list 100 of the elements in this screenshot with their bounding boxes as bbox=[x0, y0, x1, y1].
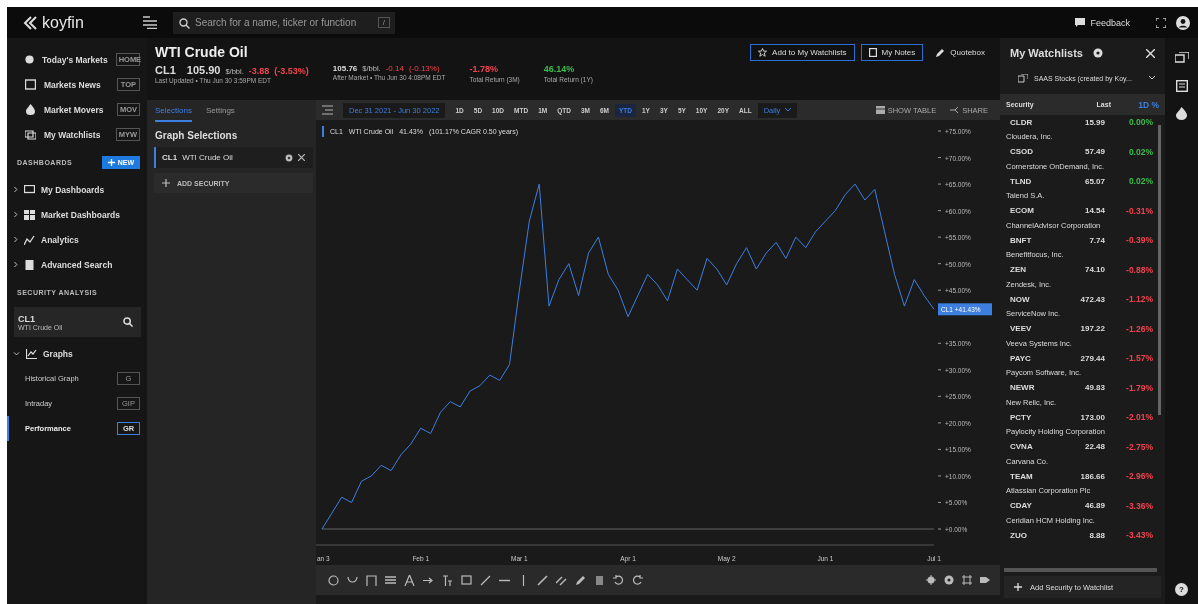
fullscreen-icon[interactable] bbox=[1156, 17, 1166, 28]
last-price: 57.49 bbox=[1083, 147, 1105, 156]
drawing-tool-icon[interactable] bbox=[556, 574, 567, 586]
feedback-button[interactable]: Feedback bbox=[1069, 16, 1136, 29]
percent-change: -3.36% bbox=[1125, 500, 1153, 511]
panel-tab[interactable]: Selections bbox=[155, 100, 192, 122]
last-price: 186.66 bbox=[1079, 471, 1105, 481]
tree-item[interactable]: My Dashboards bbox=[7, 177, 147, 202]
target-icon[interactable] bbox=[926, 575, 936, 585]
tree-item[interactable]: Analytics bbox=[7, 227, 147, 252]
chevron-icon bbox=[13, 186, 18, 193]
drawing-tool-icon[interactable] bbox=[385, 574, 396, 586]
watchlist-button[interactable]: Add to My Watchlists bbox=[750, 43, 855, 61]
security-title: WTI Crude Oil bbox=[155, 44, 248, 60]
user-icon[interactable] bbox=[1176, 15, 1190, 30]
last-price: 279.44 bbox=[1079, 353, 1105, 363]
notes-button[interactable]: My Notes bbox=[860, 43, 924, 61]
last-price: 197.22 bbox=[1079, 324, 1105, 333]
chart-icon bbox=[26, 348, 37, 359]
panel-title: My Watchlists bbox=[1010, 47, 1083, 59]
price: 105.90 bbox=[186, 64, 221, 76]
last-price: 46.89 bbox=[1083, 501, 1105, 510]
panel-title: Graph Selections bbox=[154, 129, 239, 143]
gear-icon[interactable] bbox=[285, 153, 293, 162]
drawing-tool-icon[interactable] bbox=[347, 574, 358, 586]
search-icon[interactable] bbox=[123, 317, 133, 327]
last-price: 14.54 bbox=[1083, 206, 1105, 215]
drawing-tool-icon[interactable] bbox=[442, 574, 453, 586]
percent-change: -1.57% bbox=[1125, 353, 1153, 363]
ticker: CL1 bbox=[155, 64, 176, 76]
shortcut-key: / bbox=[377, 16, 390, 28]
ticker[interactable]: TEAM bbox=[1010, 471, 1061, 481]
percent-change: -1.79% bbox=[1125, 382, 1153, 393]
percent-change: -1.12% bbox=[1125, 294, 1153, 304]
percent-change: (-3.53%) bbox=[274, 66, 309, 76]
scrollbar[interactable] bbox=[1158, 125, 1161, 415]
drawing-tool-icon[interactable] bbox=[575, 574, 586, 586]
chevron-icon bbox=[13, 261, 18, 268]
drawing-tool-icon[interactable] bbox=[594, 574, 605, 586]
frame-icon[interactable] bbox=[962, 575, 972, 585]
close-icon[interactable] bbox=[298, 154, 305, 161]
pencil-icon bbox=[936, 47, 946, 57]
panel-tab[interactable]: Settings bbox=[205, 100, 235, 122]
percent-change: 0.02% bbox=[1127, 146, 1153, 157]
ticker[interactable]: CLDR bbox=[1010, 117, 1061, 127]
nav-icon bbox=[25, 129, 36, 140]
drawing-tool-icon[interactable] bbox=[328, 574, 339, 586]
help-button[interactable]: ? bbox=[1175, 583, 1188, 596]
column-header[interactable]: 1D % bbox=[1111, 99, 1159, 110]
table-icon bbox=[875, 106, 885, 114]
ticker[interactable]: BNFT bbox=[1010, 235, 1061, 245]
last-price: 15.99 bbox=[1083, 117, 1105, 127]
ticker[interactable]: ZUO bbox=[1010, 530, 1061, 540]
gear-icon[interactable] bbox=[944, 575, 954, 585]
scrollbar[interactable] bbox=[1004, 568, 1157, 572]
settings-icon[interactable] bbox=[1092, 48, 1103, 58]
drawing-tool-icon[interactable] bbox=[613, 574, 624, 586]
tree-item[interactable]: Graphs bbox=[7, 341, 147, 366]
drawing-tool-icon[interactable] bbox=[366, 574, 377, 586]
quotebox-button[interactable]: Quotebox bbox=[929, 44, 992, 60]
drawing-tool-icon[interactable] bbox=[632, 574, 643, 586]
ticker[interactable]: VEEV bbox=[1010, 324, 1061, 333]
ticker[interactable]: PAYC bbox=[1010, 353, 1061, 363]
tag-icon[interactable] bbox=[980, 575, 990, 585]
ticker[interactable]: NEWR bbox=[1010, 383, 1061, 392]
percent-change: -0.88% bbox=[1125, 264, 1153, 275]
close-icon[interactable] bbox=[1146, 48, 1155, 58]
ticker[interactable]: NOW bbox=[1010, 294, 1061, 304]
tree-item[interactable]: Market Dashboards bbox=[7, 202, 147, 227]
drawing-tool-icon[interactable] bbox=[461, 574, 472, 586]
drawing-tool-icon[interactable] bbox=[537, 574, 548, 586]
selected-security[interactable]: CL1 WTI Crude Oil bbox=[154, 147, 313, 168]
ticker[interactable]: CSOD bbox=[1010, 147, 1061, 156]
chevron-icon bbox=[13, 236, 18, 243]
note-icon bbox=[868, 47, 877, 57]
price-change: -0.14 bbox=[385, 64, 404, 73]
caret-icon bbox=[785, 108, 792, 112]
return-value: -1.78% bbox=[469, 64, 500, 74]
price: 105.76 bbox=[332, 64, 358, 73]
ticker[interactable]: TLND bbox=[1010, 176, 1061, 186]
ticker[interactable]: ECOM bbox=[1010, 206, 1061, 215]
percent-change: 0.02% bbox=[1127, 176, 1153, 186]
percent-change: -0.39% bbox=[1125, 235, 1153, 245]
menu-icon[interactable] bbox=[143, 16, 157, 29]
ticker[interactable]: CDAY bbox=[1010, 501, 1061, 510]
drawing-tool-icon[interactable] bbox=[404, 574, 415, 586]
percent-change: 0.00% bbox=[1127, 117, 1153, 127]
percent-change: -2.01% bbox=[1125, 412, 1153, 422]
last-price: 8.88 bbox=[1088, 530, 1105, 540]
star-icon bbox=[758, 47, 768, 57]
last-price: 49.83 bbox=[1083, 383, 1105, 392]
news-icon[interactable] bbox=[1175, 80, 1188, 92]
tree-item[interactable]: Advanced Search bbox=[7, 252, 147, 277]
ticker[interactable]: ZEN bbox=[1010, 265, 1061, 274]
caret-icon bbox=[1149, 76, 1155, 80]
share-icon bbox=[950, 106, 960, 114]
ticker[interactable]: CVNA bbox=[1010, 442, 1061, 451]
ticker[interactable]: PCTY bbox=[1010, 412, 1061, 422]
drawing-tool-icon[interactable] bbox=[480, 574, 491, 586]
nav-icon bbox=[25, 79, 36, 90]
